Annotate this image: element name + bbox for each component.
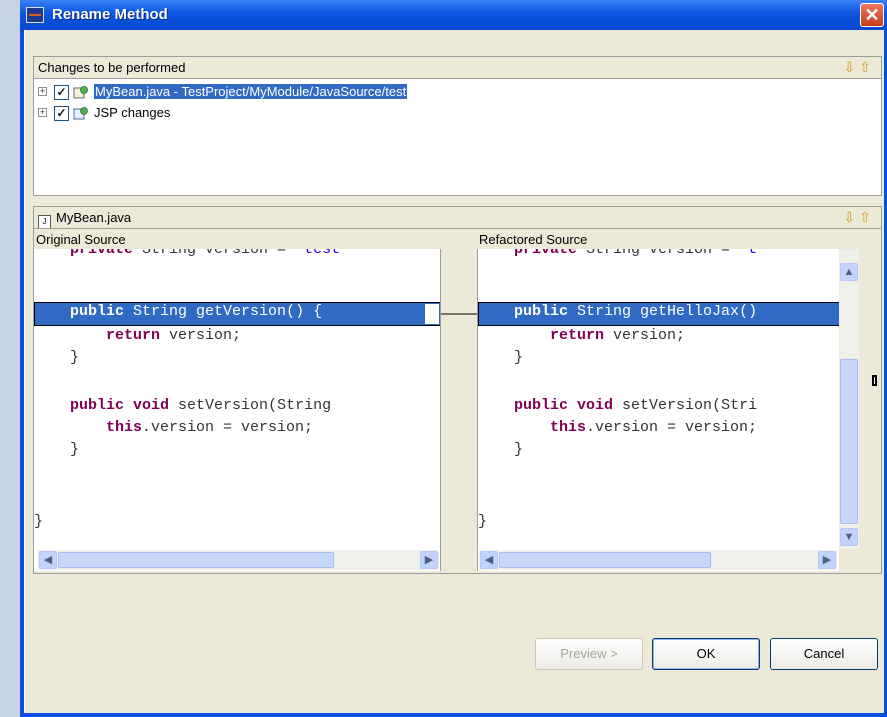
code-line: return version; <box>106 327 242 344</box>
cancel-button[interactable]: Cancel <box>770 638 878 670</box>
window-title: Rename Method <box>52 6 168 23</box>
dialog-client-area: Changes to be performed ⇩⇧ + ✓ MyBean.ja… <box>24 30 884 713</box>
app-icon <box>26 7 44 23</box>
code-line: private String version = "test <box>70 249 341 258</box>
code-line: } <box>478 349 524 366</box>
tree-item-label: JSP changes <box>94 105 171 120</box>
scroll-right-button[interactable]: ▶ <box>818 551 836 569</box>
code-line: } <box>34 513 44 530</box>
code-line: } <box>34 441 80 458</box>
previous-change-icon[interactable]: ⇧ <box>859 59 875 75</box>
overview-ruler-marker[interactable] <box>872 375 877 386</box>
code-line: this.version = version; <box>550 419 758 436</box>
title-bar[interactable]: Rename Method ✕ <box>20 0 887 30</box>
refactored-method-name: getHelloJax <box>640 303 740 320</box>
vertical-scroll-thumb[interactable] <box>840 359 858 524</box>
compare-viewer: Original Source private String version =… <box>33 228 882 574</box>
code-line: return version; <box>550 327 686 344</box>
expand-icon[interactable]: + <box>38 108 47 117</box>
jsp-change-icon <box>73 107 88 120</box>
diff-connector <box>441 313 477 315</box>
scroll-thumb[interactable] <box>499 552 711 568</box>
scroll-right-button[interactable]: ▶ <box>420 551 438 569</box>
changes-tree: + ✓ MyBean.java - TestProject/MyModule/J… <box>33 78 882 196</box>
code-line-changed: public String getHelloJax() <box>514 303 758 320</box>
close-button[interactable]: ✕ <box>860 3 884 27</box>
rename-method-dialog: Rename Method ✕ Changes to be performed … <box>20 0 887 717</box>
original-source-title: Original Source <box>36 232 126 247</box>
previous-difference-icon[interactable]: ⇧ <box>859 209 875 225</box>
refactored-vertical-scrollbar[interactable]: ▲ ▼ <box>839 249 859 549</box>
scroll-thumb[interactable] <box>58 552 334 568</box>
original-source-editor[interactable]: private String version = "test public St… <box>34 249 441 571</box>
code-line: public void setVersion(Stri <box>514 397 758 414</box>
tree-item-label: MyBean.java - TestProject/MyModule/JavaS… <box>94 84 408 99</box>
desktop-background <box>0 0 20 717</box>
code-line: } <box>478 513 488 530</box>
scroll-left-button[interactable]: ◀ <box>39 551 57 569</box>
expand-icon[interactable]: + <box>38 87 47 96</box>
next-change-icon[interactable]: ⇩ <box>844 59 860 75</box>
original-method-name: getVersion <box>196 303 287 320</box>
changes-panel-label: Changes to be performed <box>38 60 186 75</box>
preview-button[interactable]: Preview > <box>535 638 643 670</box>
scroll-down-button[interactable]: ▼ <box>840 528 858 546</box>
diff-nav-arrows: ⇩⇧ <box>844 209 875 226</box>
code-line: } <box>34 349 80 366</box>
java-file-icon: J <box>38 215 51 229</box>
code-line-changed: public String getVersion() { <box>70 303 323 320</box>
file-panel-label: J MyBean.java <box>38 210 131 229</box>
tree-item-checkbox[interactable]: ✓ <box>54 106 69 121</box>
scroll-left-button[interactable]: ◀ <box>480 551 498 569</box>
code-line: this.version = version; <box>106 419 314 436</box>
close-icon: ✕ <box>864 5 880 25</box>
refactored-source-editor[interactable]: private String version = "t public Strin… <box>477 249 839 571</box>
scroll-up-button[interactable]: ▲ <box>840 263 858 281</box>
file-name: MyBean.java <box>56 210 132 225</box>
next-difference-icon[interactable]: ⇩ <box>844 209 860 225</box>
code-line: } <box>478 441 524 458</box>
changes-panel-header: Changes to be performed ⇩⇧ <box>33 56 882 78</box>
code-line: public void setVersion(String <box>70 397 332 414</box>
file-panel-header: J MyBean.java ⇩⇧ <box>33 206 882 229</box>
refactored-horizontal-scrollbar[interactable]: ◀ ▶ <box>479 550 837 570</box>
changes-nav-arrows: ⇩⇧ <box>844 59 875 76</box>
refactored-source-title: Refactored Source <box>479 232 588 247</box>
ok-button[interactable]: OK <box>652 638 760 670</box>
original-horizontal-scrollbar[interactable]: ◀ ▶ <box>38 550 439 570</box>
code-line: private String version = "t <box>514 249 758 258</box>
tree-item-checkbox[interactable]: ✓ <box>54 85 69 100</box>
change-marker <box>425 304 439 324</box>
java-file-change-icon <box>73 86 88 99</box>
